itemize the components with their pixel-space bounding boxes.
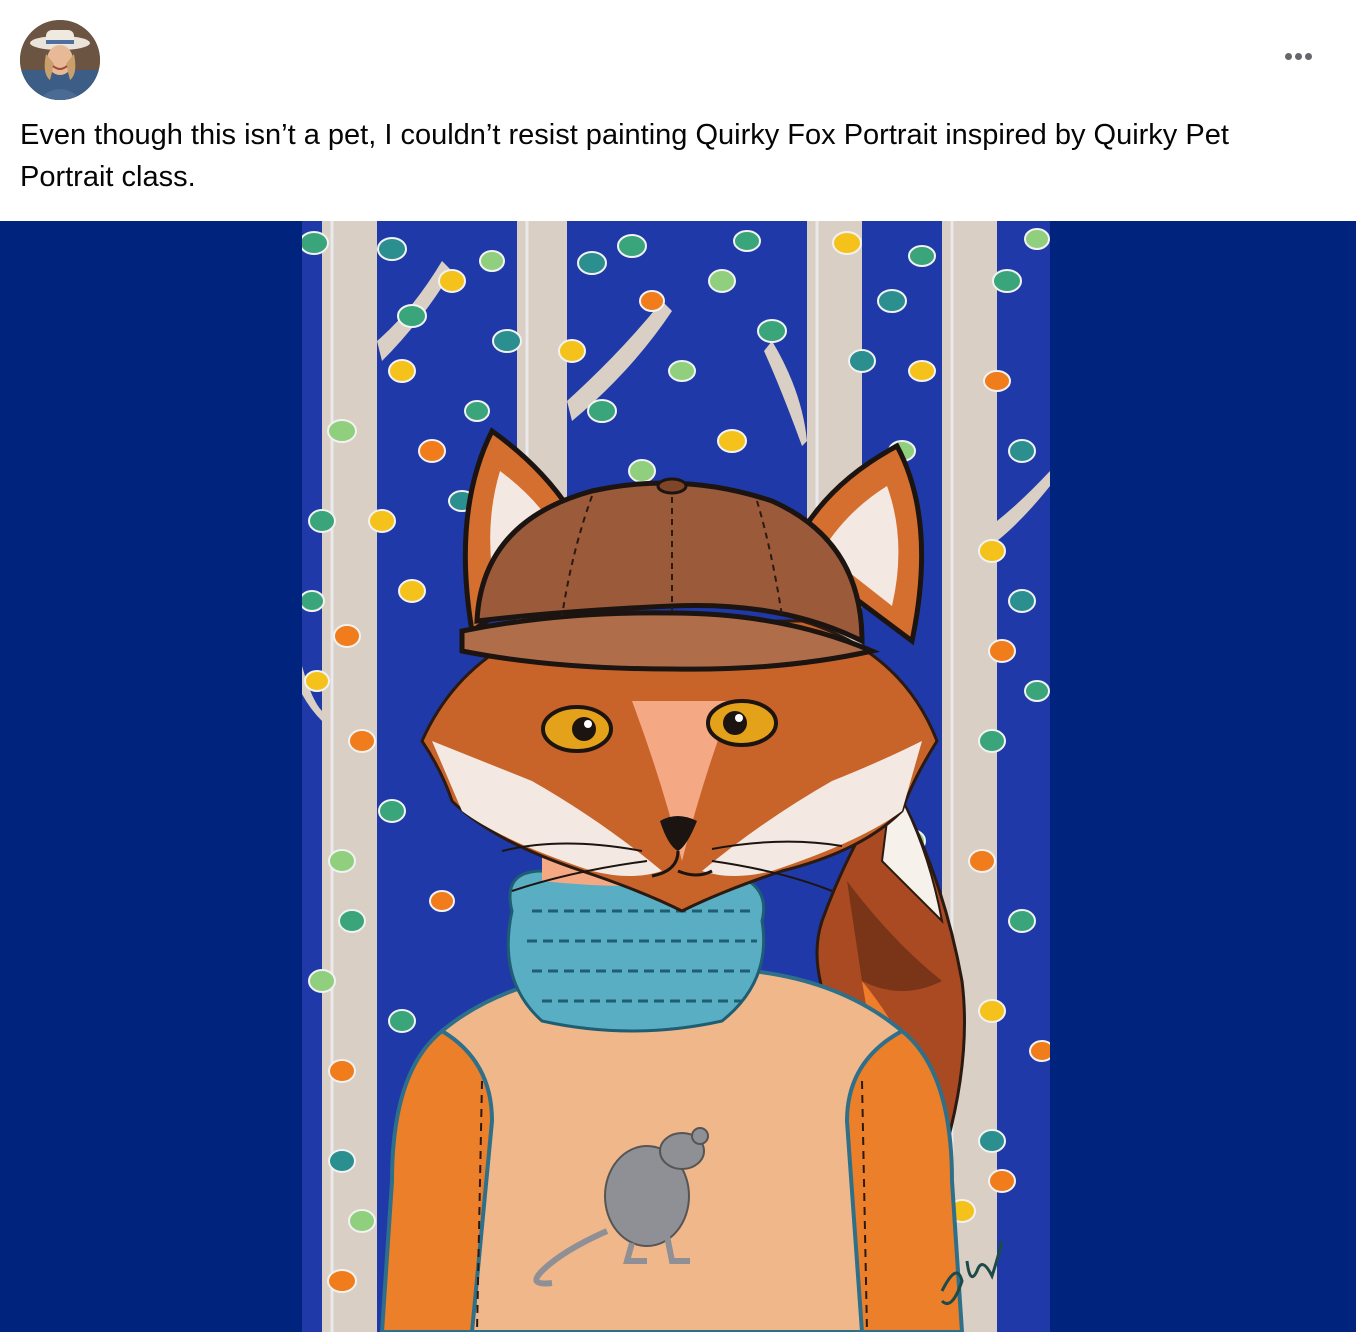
avatar-image xyxy=(20,20,100,100)
fox-portrait-painting xyxy=(302,221,1050,1332)
post-text: Even though this isn’t a pet, I couldn’t… xyxy=(20,119,1229,193)
post-media[interactable] xyxy=(0,221,1356,1332)
post-header xyxy=(0,0,1356,110)
author-avatar[interactable] xyxy=(20,20,100,100)
scarf xyxy=(506,869,766,1033)
more-options-button[interactable] xyxy=(1276,40,1320,72)
more-options-icon xyxy=(1284,52,1292,60)
